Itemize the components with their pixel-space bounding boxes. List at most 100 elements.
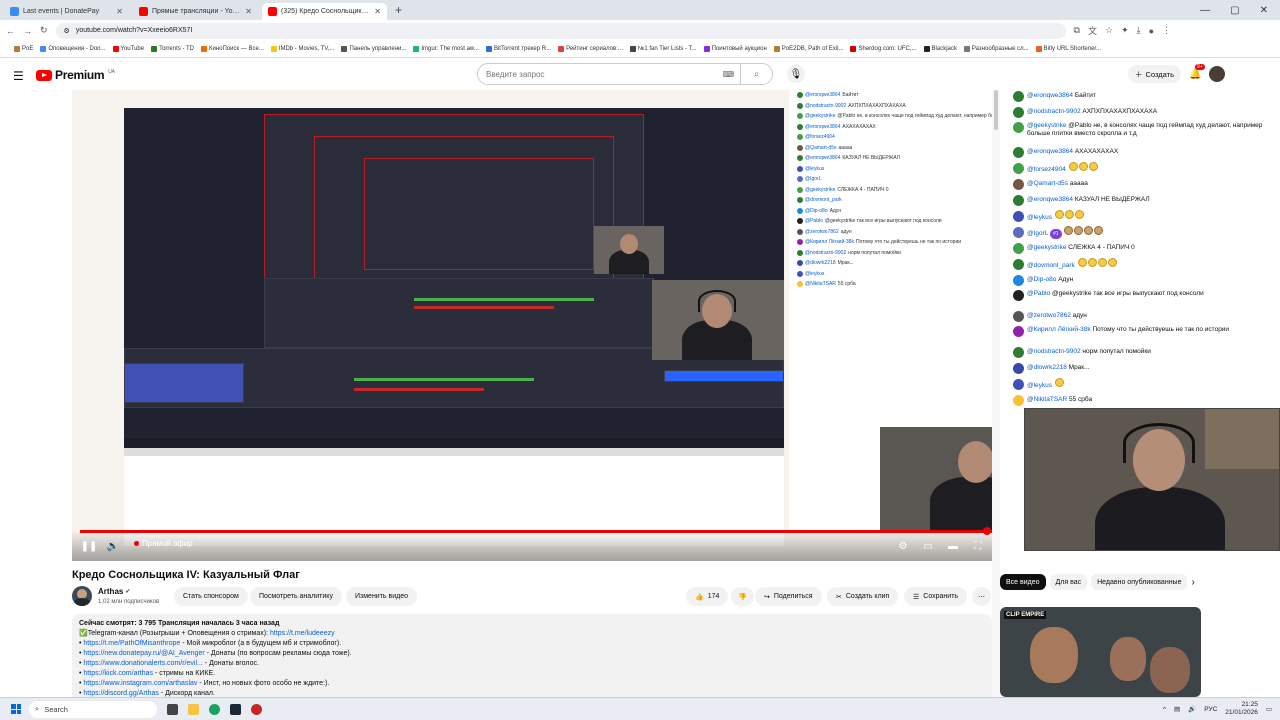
bookmark-item[interactable]: Imgur: The most aw... xyxy=(413,46,479,52)
bookmark-item[interactable]: IMDb - Movies, TV,... xyxy=(270,46,334,52)
bookmark-item[interactable]: Blackjack xyxy=(923,46,957,52)
chat-username[interactable]: @Qamart-d5s xyxy=(1027,180,1068,187)
reload-icon[interactable]: ↻ xyxy=(40,25,48,36)
description-link[interactable]: https://www.instagram.com/arthaslav xyxy=(83,680,197,687)
more-actions-button[interactable]: ⋯ xyxy=(972,587,991,606)
bookmark-star-icon[interactable]: ☆ xyxy=(1105,25,1113,36)
chat-username[interactable]: @nodstractn-9902 xyxy=(1027,348,1081,355)
url-bar[interactable]: ⚙ youtube.com/watch?v=Xxeeio6RX57I xyxy=(55,22,1066,39)
chat-username[interactable]: @dlowrk2218 xyxy=(1027,364,1067,371)
chat-avatar[interactable] xyxy=(1013,122,1024,133)
chat-username[interactable]: @dovmont_park xyxy=(1027,262,1075,269)
chat-avatar[interactable] xyxy=(1013,310,1024,322)
clock[interactable]: 21:25 21/01/2026 xyxy=(1225,701,1258,717)
bookmark-item[interactable]: PoE xyxy=(14,46,33,52)
channel-avatar[interactable] xyxy=(72,586,92,606)
chat-avatar[interactable] xyxy=(1013,258,1024,270)
bookmark-item[interactable]: Рейтинг сериалов:... xyxy=(558,46,623,52)
back-icon[interactable]: ← xyxy=(6,26,15,36)
download-icon[interactable]: ⤓ xyxy=(1137,25,1141,36)
description-link[interactable]: https://t.me/ludeeezy xyxy=(270,630,335,637)
bookmark-item[interactable]: Оповещения - Don... xyxy=(40,46,106,52)
theater-icon[interactable]: ▬ xyxy=(942,537,964,555)
site-info-icon[interactable]: ⚙ xyxy=(64,27,70,35)
settings-icon[interactable]: ⚙ xyxy=(892,537,914,555)
chat-username[interactable]: @forsez4904 xyxy=(1027,166,1066,173)
install-icon[interactable]: ⧉ xyxy=(1074,25,1080,36)
scrollbar-thumb[interactable] xyxy=(994,90,998,130)
chrome-icon[interactable] xyxy=(209,703,220,715)
chat-avatar[interactable] xyxy=(1013,90,1024,102)
video-player[interactable]: @eronqwe3864 Байтит @nodstractn-9902 АХПХПХ… xyxy=(72,90,992,561)
chevron-right-icon[interactable]: › xyxy=(1191,577,1194,588)
close-icon[interactable]: ✕ xyxy=(374,7,381,16)
minimize-icon[interactable]: — xyxy=(1200,5,1210,16)
youtube-logo[interactable]: Premium UA xyxy=(36,68,115,82)
clip-button[interactable]: ✂ Создать клип xyxy=(827,587,899,606)
chat-avatar[interactable] xyxy=(1013,242,1024,254)
task-view-icon[interactable] xyxy=(167,703,178,715)
tray-chevron-icon[interactable]: ^ xyxy=(1163,706,1166,713)
bookmark-item[interactable]: Torrents - TD xyxy=(151,46,194,52)
chat-username[interactable]: @eronqwe3864 xyxy=(1027,148,1073,155)
hamburger-menu-icon[interactable]: ☰ xyxy=(13,69,24,83)
pause-icon[interactable]: ❚❚ xyxy=(78,537,100,555)
progress-bar[interactable] xyxy=(80,530,992,533)
sponsor-button[interactable]: Стать спонсором xyxy=(174,587,248,606)
tab-youtube-live[interactable]: Прямые трансляции - YouTube ✕ xyxy=(133,3,258,20)
live-badge[interactable]: Прямой эфир xyxy=(134,539,193,548)
translate-icon[interactable]: 文 xyxy=(1088,24,1097,37)
bookmark-item[interactable]: PoE2DB, Path of Exil... xyxy=(773,46,843,52)
chat-username[interactable]: @Pablo xyxy=(1027,290,1050,297)
chat-avatar[interactable] xyxy=(1013,162,1024,174)
bookmark-item[interactable]: BitTorrent трекер R... xyxy=(485,46,551,52)
close-icon[interactable]: ✕ xyxy=(116,7,123,16)
bookmark-item[interactable]: YouTube xyxy=(112,46,144,52)
chat-username[interactable]: @Кирилл Лёгкий-38k xyxy=(1027,326,1091,333)
bookmark-item[interactable]: Bitly URL Shortener... xyxy=(1035,46,1101,52)
save-button[interactable]: ☰ Сохранить xyxy=(904,587,968,606)
chat-avatar[interactable] xyxy=(1013,274,1024,286)
chat-username[interactable]: @nodstractn-9902 xyxy=(1027,108,1081,115)
search-input[interactable] xyxy=(486,69,723,79)
description-link[interactable]: https://www.donationalerts.com/r/evil... xyxy=(83,660,202,667)
voice-search-icon[interactable]: 🎙 xyxy=(787,65,805,83)
steam-icon[interactable] xyxy=(230,703,241,715)
chip-recent[interactable]: Недавно опубликованные xyxy=(1091,574,1188,590)
chat-avatar[interactable] xyxy=(1013,290,1024,301)
edit-video-button[interactable]: Изменить видео xyxy=(346,587,418,606)
chat-avatar[interactable] xyxy=(1013,210,1024,222)
chat-avatar[interactable] xyxy=(1013,326,1024,337)
chat-username[interactable]: @NikitaTSAR xyxy=(1027,396,1067,403)
progress-scrubber[interactable] xyxy=(983,527,991,535)
search-button[interactable]: ⌕ xyxy=(740,63,772,85)
chat-avatar[interactable] xyxy=(1013,146,1024,158)
taskbar-search[interactable]: ⌕ Search xyxy=(29,700,157,718)
chat-avatar[interactable] xyxy=(1013,194,1024,206)
chat-avatar[interactable] xyxy=(1013,362,1024,374)
dislike-button[interactable]: 👎 xyxy=(731,587,754,606)
chat-username[interactable]: @Dip-o8o xyxy=(1027,276,1056,283)
chat-username[interactable]: @geekystrike xyxy=(1027,244,1066,251)
bookmark-item[interactable]: Разнообразные сл... xyxy=(963,46,1029,52)
bookmark-item[interactable]: Панель управлени... xyxy=(341,46,406,52)
share-button[interactable]: ↪ Поделиться xyxy=(755,587,822,606)
chat-username[interactable]: @leykus xyxy=(1027,214,1052,221)
network-icon[interactable]: ▤ xyxy=(1174,705,1180,713)
bookmark-item[interactable]: Sherdog.com: UFC,... xyxy=(850,46,917,52)
analytics-button[interactable]: Посмотреть аналитику xyxy=(250,587,342,606)
chat-username[interactable]: @leykus xyxy=(1027,382,1052,389)
bookmark-item[interactable]: Поинтовый аукцион xyxy=(703,46,767,52)
chat-username[interactable]: @eronqwe3864 xyxy=(1027,92,1073,99)
windows-start-icon[interactable] xyxy=(11,704,21,714)
tab-current-video[interactable]: (325) Кредо Соснольщика IV: К ✕ xyxy=(262,3,387,20)
chat-username[interactable]: @zerotwo7862 xyxy=(1027,312,1071,319)
input-language[interactable]: РУС xyxy=(1204,706,1217,713)
keyboard-icon[interactable]: ⌨ xyxy=(722,70,734,79)
page-scrollbar[interactable] xyxy=(992,90,1000,697)
chip-for-you[interactable]: Для вас xyxy=(1049,574,1088,590)
chat-username[interactable]: @geekystrike xyxy=(1027,122,1066,129)
chip-all-videos[interactable]: Все видео xyxy=(1000,574,1046,590)
description-link[interactable]: https://kick.com/arthas xyxy=(83,670,153,677)
channel-name[interactable]: Arthas ✔ xyxy=(98,587,130,596)
